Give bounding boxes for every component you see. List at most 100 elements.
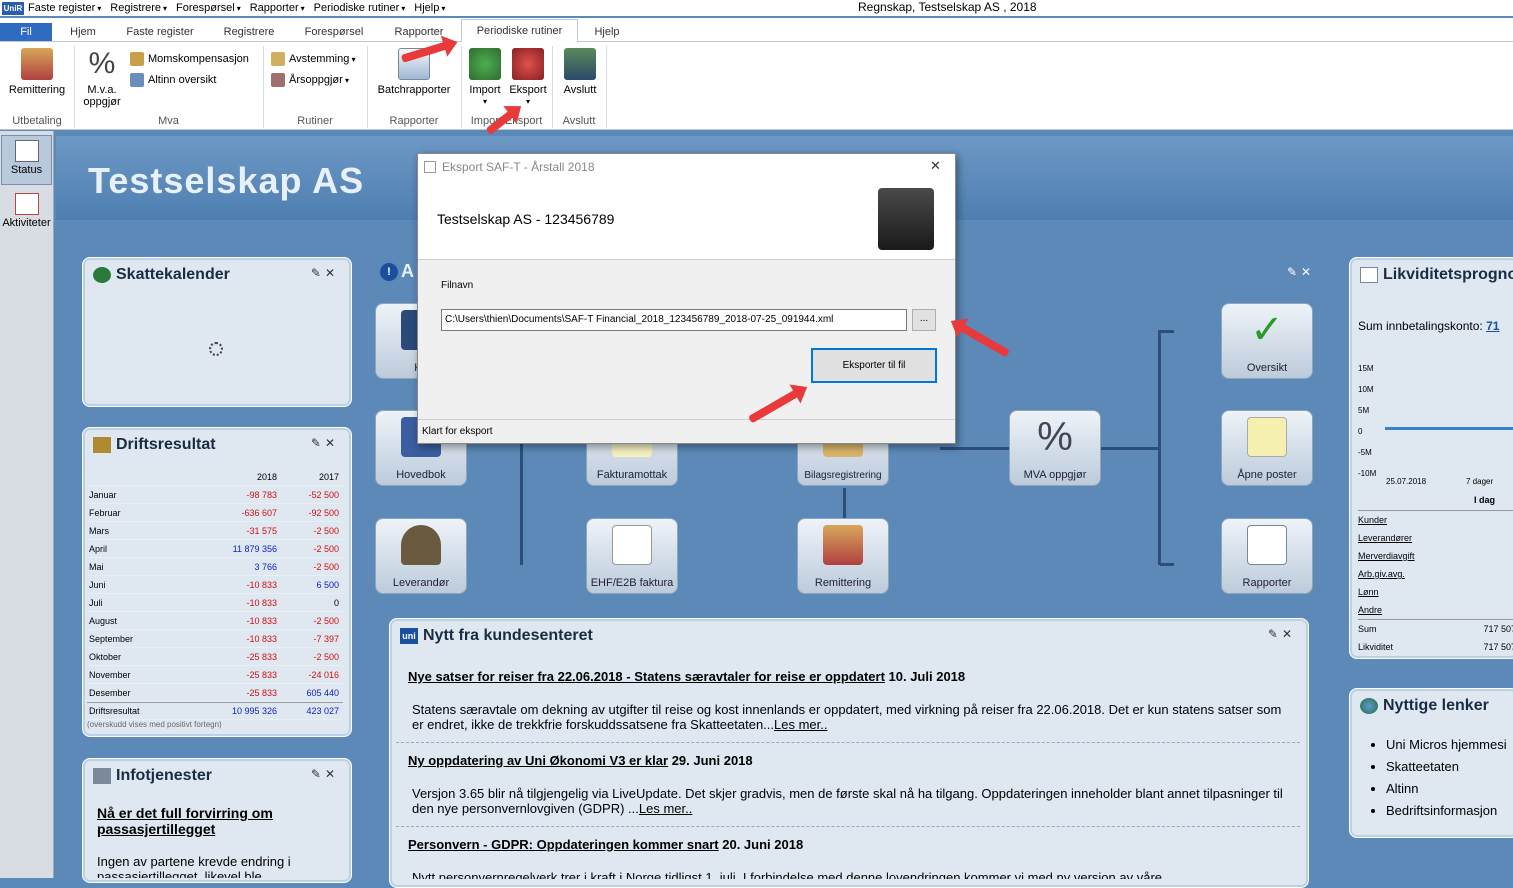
altinn-button[interactable]: Altinn oversikt xyxy=(130,73,216,87)
link-item[interactable]: Bedriftsinformasjon xyxy=(1386,800,1507,822)
month-cell: April xyxy=(89,543,108,554)
menu-foresporsel[interactable]: Forespørsel xyxy=(176,2,241,14)
tile-apne-poster[interactable]: Åpne poster xyxy=(1221,410,1313,486)
tile-rapporter[interactable]: Rapporter xyxy=(1221,518,1313,594)
ytick: 15M xyxy=(1358,364,1374,373)
filnavn-input[interactable]: C:\Users\thien\Documents\SAF-T Financial… xyxy=(441,309,907,331)
browse-button[interactable]: ... xyxy=(912,309,936,331)
menu-registrere[interactable]: Registrere xyxy=(110,2,167,14)
news-item-3-link[interactable]: Personvern - GDPR: Oppdateringen kommer … xyxy=(408,837,719,852)
tile-label: MVA oppgjør xyxy=(1023,469,1087,481)
value-cell: -7 397 xyxy=(313,633,339,644)
tile-leverandor[interactable]: Leverandør xyxy=(375,518,467,594)
sum-value-link[interactable]: 71 xyxy=(1486,319,1499,333)
news-item-1-date: 10. Juli 2018 xyxy=(884,669,966,684)
link-item[interactable]: Altinn xyxy=(1386,778,1507,800)
sum-innbetalingskonto: Sum innbetalingskonto: 71 xyxy=(1358,319,1499,333)
avslutt-button[interactable]: Avslutt xyxy=(556,42,604,96)
panel-controls[interactable]: ✎✕ xyxy=(311,767,339,781)
tab-hjelp[interactable]: Hjelp xyxy=(586,22,628,42)
link-item[interactable]: Skatteetaten xyxy=(1386,756,1507,778)
total-cell: 423 027 xyxy=(306,706,339,716)
filnavn-label: Filnavn xyxy=(441,280,474,291)
tile-remittering[interactable]: Remittering xyxy=(797,518,889,594)
panel-controls[interactable]: ✎✕ xyxy=(311,266,339,280)
table-row: Oktober -25 833 -2 500 xyxy=(87,648,343,666)
month-cell: Mars xyxy=(89,525,109,536)
uni-logo-icon: uni xyxy=(400,628,418,644)
news-item-1-text: Statens særavtale om dekning av utgifter… xyxy=(412,702,1282,732)
menu-periodiske-rutiner[interactable]: Periodiske rutiner xyxy=(314,2,406,14)
panel-title: Likviditetsprognos xyxy=(1360,266,1513,284)
import-database-icon xyxy=(469,48,501,80)
value-cell: -52 500 xyxy=(308,489,339,500)
arsoppgjor-button[interactable]: Årsoppgjør ▾ xyxy=(271,73,349,87)
liq-row-link[interactable]: Merverdiavgift xyxy=(1358,551,1415,561)
eksport-label: Eksport xyxy=(509,84,547,96)
xlabel: 25.07.2018 xyxy=(1386,477,1427,486)
rail-aktiviteter-button[interactable]: Aktiviteter xyxy=(1,189,52,239)
liq-row-link[interactable]: Andre xyxy=(1358,605,1382,615)
likviditet-row-label: Likviditet xyxy=(1358,642,1394,652)
news-item-2-link[interactable]: Ny oppdatering av Uni Økonomi V3 er klar xyxy=(408,753,668,768)
panel-controls[interactable]: ✎✕ xyxy=(311,436,339,450)
momskompensasjon-button[interactable]: Momskompensasjon xyxy=(130,52,249,66)
rail-status-button[interactable]: Status xyxy=(1,135,52,185)
table-row: November -25 833 -24 016 xyxy=(87,666,343,684)
total-row: Driftsresultat 10 995 326 423 027 xyxy=(87,702,343,720)
link-item[interactable]: Uni Micros hjemmesi xyxy=(1386,734,1507,756)
liq-row-link[interactable]: Leverandører xyxy=(1358,533,1412,543)
month-cell: Juli xyxy=(89,597,103,608)
news-item-2-read-more[interactable]: Les mer.. xyxy=(639,801,692,816)
infotjenester-body: Ingen av partene krevde endring i passas… xyxy=(97,854,291,878)
total-label: Driftsresultat xyxy=(89,706,140,716)
tile-label: Oversikt xyxy=(1246,362,1288,374)
menu-faste-register[interactable]: Faste register xyxy=(28,2,101,14)
tab-faste-register[interactable]: Faste register xyxy=(116,22,204,42)
panel-title: Driftsresultat xyxy=(93,436,216,454)
news-item-2-header: Ny oppdatering av Uni Økonomi V3 er klar… xyxy=(408,753,753,768)
value-cell: -25 833 xyxy=(246,651,277,662)
menu-bar: UniR Faste register Registrere Forespørs… xyxy=(0,0,1513,16)
liq-row-link[interactable]: Arb.giv.avg. xyxy=(1358,569,1405,579)
flow-line xyxy=(1160,330,1174,333)
infotjenester-headline-link[interactable]: Nå er det full forvirring om passasjerti… xyxy=(97,805,317,837)
sum-row-value: 717 507 xyxy=(1483,624,1513,634)
flow-panel-controls[interactable]: ✎✕ xyxy=(1287,265,1315,279)
eksport-saft-dialog: Eksport SAF-T - Årstall 2018 ✕ Testselsk… xyxy=(417,153,956,444)
arsoppgjor-icon xyxy=(271,73,285,87)
avstemming-button[interactable]: Avstemming ▾ xyxy=(271,52,356,66)
status-chart-icon xyxy=(14,140,39,162)
tab-registrere[interactable]: Registrere xyxy=(214,22,284,42)
table-row: September -10 833 -7 397 xyxy=(87,630,343,648)
tile-label: Remittering xyxy=(814,577,872,589)
value-cell: -2 500 xyxy=(313,543,339,554)
eksporter-til-fil-button[interactable]: Eksporter til fil xyxy=(811,348,937,383)
dialog-company: Testselskap AS - 123456789 xyxy=(437,211,615,227)
driftsresultat-table: 2018 2017 Januar -98 783 -52 500 Februar -63… xyxy=(87,468,343,729)
tile-oversikt[interactable]: ✓ Oversikt xyxy=(1221,303,1313,379)
menu-hjelp[interactable]: Hjelp xyxy=(414,2,445,14)
tile-mva-oppgjor[interactable]: % MVA oppgjør xyxy=(1009,410,1101,486)
tab-foresporsel[interactable]: Forespørsel xyxy=(294,22,374,42)
sum-label: Sum innbetalingskonto: xyxy=(1358,319,1483,333)
menu-rapporter[interactable]: Rapporter xyxy=(250,2,305,14)
news-item-2-text: Versjon 3.65 blir nå tilgjengelig via Li… xyxy=(412,786,1283,816)
tile-ehf-faktura[interactable]: EHF/E2B faktura xyxy=(586,518,678,594)
news-item-1-link[interactable]: Nye satser for reiser fra 22.06.2018 - S… xyxy=(408,669,885,684)
tab-fil[interactable]: Fil xyxy=(0,23,52,41)
driftsresultat-panel: Driftsresultat ✎✕ 2018 2017 Januar -98 783… xyxy=(82,427,352,737)
panel-controls[interactable]: ✎✕ xyxy=(1268,627,1296,641)
liq-row-link[interactable]: Kunder xyxy=(1358,515,1387,525)
tab-periodiske-rutiner[interactable]: Periodiske rutiner xyxy=(461,19,578,43)
liq-row-link[interactable]: Lønn xyxy=(1358,587,1379,597)
mva-oppgjor-button[interactable]: % M.v.a. oppgjør xyxy=(76,42,128,109)
tab-hjem[interactable]: Hjem xyxy=(60,22,106,42)
arsoppgjor-label: Årsoppgjør xyxy=(289,74,343,86)
briefcase-icon xyxy=(878,188,934,250)
close-icon[interactable]: ✕ xyxy=(930,158,941,174)
news-item-1-read-more[interactable]: Les mer.. xyxy=(774,717,827,732)
remittering-button[interactable]: Remittering xyxy=(4,42,70,96)
skattekalender-panel: Skattekalender ✎✕ xyxy=(82,257,352,407)
import-button[interactable]: Import ▾ xyxy=(464,42,506,108)
